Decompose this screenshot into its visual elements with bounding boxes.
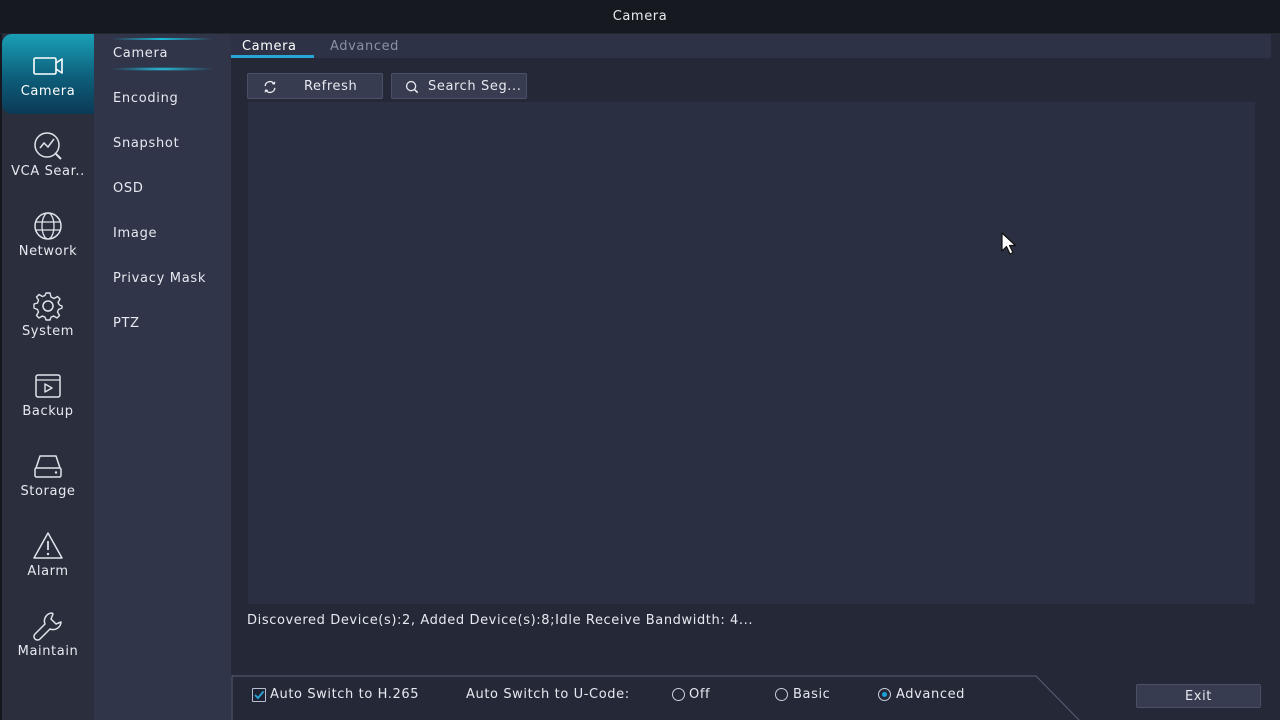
sub-nav-label: Camera	[113, 46, 169, 61]
nav-label: VCA Sear..	[11, 164, 85, 179]
sub-nav-label: Snapshot	[113, 136, 180, 151]
main-nav: Camera VCA Sear.. Network System Backup …	[2, 34, 94, 720]
nav-label: Maintain	[17, 644, 79, 659]
ucode-off-radio[interactable]	[672, 688, 685, 701]
nav-item-alarm[interactable]: Alarm	[2, 514, 94, 594]
sub-nav-item-ptz[interactable]: PTZ	[94, 304, 231, 344]
window-title: Camera	[612, 9, 668, 24]
search-segment-button[interactable]: Search Seg...	[391, 73, 527, 99]
mouse-cursor-icon	[1001, 232, 1017, 255]
nav-item-storage[interactable]: Storage	[2, 434, 94, 514]
exit-label: Exit	[1184, 689, 1213, 704]
sub-nav-item-privacy-mask[interactable]: Privacy Mask	[94, 259, 231, 299]
nav-item-network[interactable]: Network	[2, 194, 94, 274]
nav-label: Storage	[20, 484, 76, 499]
ucode-advanced-label: Advanced	[896, 687, 966, 702]
ucode-basic-radio[interactable]	[775, 688, 788, 701]
title-bar: Camera	[0, 0, 1280, 34]
ucode-off-label: Off	[689, 687, 711, 702]
sub-nav-item-encoding[interactable]: Encoding	[94, 79, 231, 119]
options-bar: Auto Switch to H.265 Auto Switch to U-Co…	[231, 675, 1280, 720]
alarm-icon	[33, 532, 63, 559]
globe-icon	[34, 212, 62, 240]
nav-label: Network	[18, 244, 78, 259]
auto-h265-checkbox[interactable]	[252, 688, 266, 702]
gear-icon	[33, 292, 63, 321]
sub-nav-item-osd[interactable]: OSD	[94, 169, 231, 209]
nav-label: System	[21, 324, 75, 339]
sub-nav-item-image[interactable]: Image	[94, 214, 231, 254]
sub-nav-label: Encoding	[113, 91, 179, 106]
nav-item-vca-search[interactable]: VCA Sear..	[2, 114, 94, 194]
search-icon	[405, 80, 419, 94]
active-tab-indicator	[231, 55, 314, 58]
sub-nav-label: Privacy Mask	[113, 271, 207, 286]
backup-icon	[35, 374, 61, 398]
ucode-label: Auto Switch to U-Code:	[466, 687, 630, 702]
sub-nav-label: PTZ	[113, 316, 140, 331]
wrench-icon	[33, 612, 62, 641]
nav-item-system[interactable]: System	[2, 274, 94, 354]
nav-item-backup[interactable]: Backup	[2, 354, 94, 434]
auto-h265-label: Auto Switch to H.265	[270, 687, 420, 702]
nav-label: Alarm	[27, 564, 69, 579]
sub-nav-label: OSD	[113, 181, 144, 196]
ucode-advanced-radio[interactable]	[878, 688, 891, 701]
sub-nav: Camera Encoding Snapshot OSD Image Priva…	[94, 34, 231, 720]
nav-label: Backup	[22, 404, 74, 419]
refresh-button[interactable]: Refresh	[247, 73, 383, 99]
ucode-basic-label: Basic	[793, 687, 831, 702]
nav-item-maintain[interactable]: Maintain	[2, 594, 94, 674]
sub-nav-label: Image	[113, 226, 158, 241]
tab-camera[interactable]: Camera	[242, 39, 297, 54]
search-segment-label: Search Seg...	[428, 79, 522, 94]
sub-nav-item-camera[interactable]: Camera	[94, 34, 231, 74]
camera-icon	[33, 57, 63, 75]
nav-label: Camera	[20, 84, 76, 99]
refresh-label: Refresh	[304, 79, 358, 94]
storage-icon	[34, 455, 62, 478]
nav-item-camera[interactable]: Camera	[2, 34, 94, 114]
sub-nav-item-snapshot[interactable]: Snapshot	[94, 124, 231, 164]
exit-button[interactable]: Exit	[1136, 684, 1261, 708]
main-content: Camera Advanced Refresh Search Seg... Di…	[231, 34, 1280, 720]
device-list-panel[interactable]	[248, 102, 1255, 604]
device-status-text: Discovered Device(s):2, Added Device(s):…	[247, 613, 754, 628]
tab-bar: Camera Advanced	[231, 34, 1271, 58]
refresh-icon	[264, 80, 276, 94]
tab-advanced[interactable]: Advanced	[330, 39, 399, 54]
vca-search-icon	[34, 132, 62, 160]
checkmark-icon	[254, 690, 265, 700]
